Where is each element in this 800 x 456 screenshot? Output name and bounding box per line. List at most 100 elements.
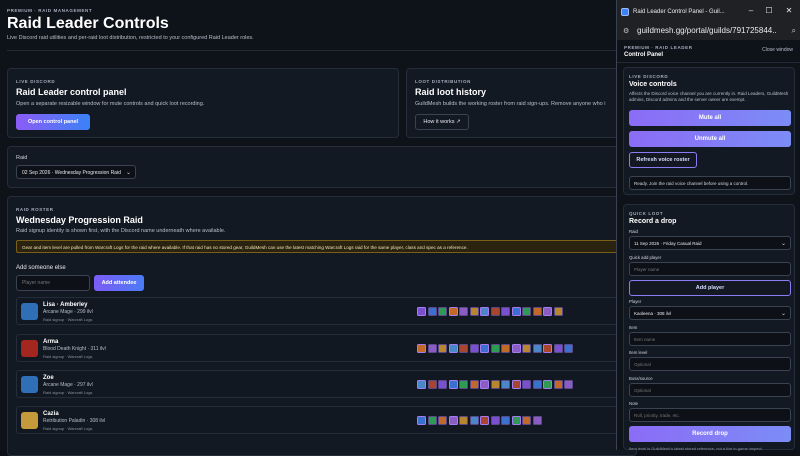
maximize-icon[interactable]: ☐ — [763, 6, 775, 15]
gear-item-icon[interactable] — [501, 380, 510, 389]
loot-raid-select[interactable]: 11 Sep 2026 · Friday Casual Raid ⌄ — [629, 236, 791, 250]
gear-icons — [417, 344, 573, 353]
item-name-input[interactable] — [629, 332, 791, 346]
gear-item-icon[interactable] — [438, 416, 447, 425]
gear-item-icon[interactable] — [459, 307, 468, 316]
gear-item-icon[interactable] — [501, 307, 510, 316]
boss-source-input[interactable] — [629, 383, 791, 397]
live-card-description: Open a separate resizable window for mut… — [16, 101, 205, 107]
item-level-footnote: Item level is GuildMesh's latest stored … — [629, 446, 763, 451]
gear-item-icon[interactable] — [438, 307, 447, 316]
gear-item-icon[interactable] — [532, 380, 542, 389]
note-input[interactable] — [629, 408, 791, 422]
gear-item-icon[interactable] — [480, 416, 489, 425]
popup-address-bar[interactable]: ⚙ guildmesh.gg/portal/guilds/791725844..… — [617, 24, 800, 40]
zoom-icon[interactable]: ⌕ — [792, 26, 796, 36]
popup-heading: Control Panel — [624, 52, 664, 58]
gear-item-icon[interactable] — [490, 380, 500, 389]
close-icon[interactable]: ✕ — [783, 6, 795, 15]
gear-item-icon[interactable] — [532, 307, 542, 316]
gear-item-icon[interactable] — [480, 380, 489, 389]
gear-item-icon[interactable] — [490, 416, 500, 425]
gear-item-icon[interactable] — [564, 344, 573, 353]
gear-item-icon[interactable] — [427, 380, 437, 389]
add-player-button[interactable]: Add player — [629, 280, 791, 296]
gear-item-icon[interactable] — [490, 344, 500, 353]
gear-item-icon[interactable] — [480, 344, 489, 353]
gear-item-icon[interactable] — [448, 307, 458, 316]
loot-card-eyebrow: LOOT DISTRIBUTION — [415, 79, 471, 84]
gear-item-icon[interactable] — [522, 344, 531, 353]
gear-item-icon[interactable] — [448, 380, 458, 389]
how-it-works-button[interactable]: How it works ↗ — [415, 114, 469, 130]
gear-item-icon[interactable] — [543, 380, 552, 389]
gear-item-icon[interactable] — [469, 380, 479, 389]
close-window-link[interactable]: Close window — [762, 47, 793, 53]
gear-item-icon[interactable] — [532, 344, 542, 353]
popup-titlebar[interactable]: Raid Leader Control Panel - Guil... – ☐ … — [617, 0, 800, 24]
refresh-voice-roster-button[interactable]: Refresh voice roster — [629, 152, 697, 168]
gear-item-icon[interactable] — [417, 416, 426, 425]
gear-item-icon[interactable] — [543, 344, 552, 353]
gear-item-icon[interactable] — [427, 344, 437, 353]
gear-item-icon[interactable] — [522, 307, 531, 316]
roster-row[interactable]: Lisa · Amberley Arcane Mage · 299 ilvl R… — [16, 297, 630, 325]
roster-row[interactable]: Cazia Retribution Paladin · 308 ilvl Rai… — [16, 406, 630, 434]
gear-item-icon[interactable] — [501, 416, 510, 425]
gear-item-icon[interactable] — [459, 380, 468, 389]
mute-all-button[interactable]: Mute all — [629, 110, 791, 126]
gear-item-icon[interactable] — [427, 416, 437, 425]
gear-item-icon[interactable] — [490, 307, 500, 316]
gear-item-icon[interactable] — [511, 380, 521, 389]
gear-item-icon[interactable] — [469, 416, 479, 425]
gear-item-icon[interactable] — [553, 380, 563, 389]
gear-item-icon[interactable] — [480, 307, 489, 316]
roster-row[interactable]: Arma Blood Death Knight · 311 ilvl Raid … — [16, 334, 630, 362]
gear-item-icon[interactable] — [522, 416, 531, 425]
popup-url[interactable]: guildmesh.gg/portal/guilds/791725844... — [637, 26, 777, 35]
gear-item-icon[interactable] — [543, 307, 552, 316]
gear-item-icon[interactable] — [511, 307, 521, 316]
raid-select[interactable]: 02 Sep 2026 · Wednesday Progression Raid… — [16, 165, 136, 179]
gear-item-icon[interactable] — [553, 344, 563, 353]
unmute-all-button[interactable]: Unmute all — [629, 131, 791, 147]
gear-item-icon[interactable] — [438, 344, 447, 353]
chevron-down-icon: ⌄ — [780, 311, 786, 317]
gear-item-icon[interactable] — [417, 380, 426, 389]
roster-row[interactable]: Zoe Arcane Mage · 297 ilvl Raid signup ·… — [16, 370, 630, 398]
gear-item-icon[interactable] — [459, 416, 468, 425]
gear-item-icon[interactable] — [448, 344, 458, 353]
gear-item-icon[interactable] — [469, 307, 479, 316]
gear-item-icon[interactable] — [438, 380, 447, 389]
player-select[interactable]: Kaoleena · 308 ilvl ⌄ — [629, 306, 791, 320]
loot-raid-select-value: 11 Sep 2026 · Friday Casual Raid — [634, 241, 702, 246]
voice-eyebrow: LIVE DISCORD — [629, 74, 669, 79]
site-settings-icon[interactable]: ⚙ — [623, 27, 629, 35]
attendee-name-input[interactable] — [16, 275, 90, 291]
gear-item-icon[interactable] — [511, 344, 521, 353]
gear-item-icon[interactable] — [459, 344, 468, 353]
gear-item-icon[interactable] — [417, 307, 426, 316]
gear-item-icon[interactable] — [448, 416, 458, 425]
add-attendee-button[interactable]: Add attendee — [94, 275, 144, 291]
loot-raid-label: Raid — [629, 229, 638, 234]
gear-item-icon[interactable] — [427, 307, 437, 316]
item-level-input[interactable] — [629, 357, 791, 371]
minimize-icon[interactable]: – — [745, 6, 757, 15]
player-label: Player — [629, 299, 642, 304]
gear-item-icon[interactable] — [532, 416, 542, 425]
quick-add-player-input[interactable] — [629, 262, 791, 276]
add-attendee-label: Add someone else — [16, 265, 66, 271]
gear-item-icon[interactable] — [417, 344, 426, 353]
gear-item-icon[interactable] — [501, 344, 510, 353]
open-control-panel-button[interactable]: Open control panel — [16, 114, 90, 130]
record-drop-button[interactable]: Record drop — [629, 426, 791, 442]
gear-item-icon[interactable] — [564, 380, 573, 389]
chevron-down-icon: ⌄ — [780, 241, 786, 247]
player-name: Cazia — [43, 411, 59, 417]
gear-item-icon[interactable] — [553, 307, 563, 316]
control-panel-popup-window: Raid Leader Control Panel - Guil... – ☐ … — [616, 0, 800, 451]
gear-item-icon[interactable] — [511, 416, 521, 425]
gear-item-icon[interactable] — [469, 344, 479, 353]
gear-item-icon[interactable] — [522, 380, 531, 389]
